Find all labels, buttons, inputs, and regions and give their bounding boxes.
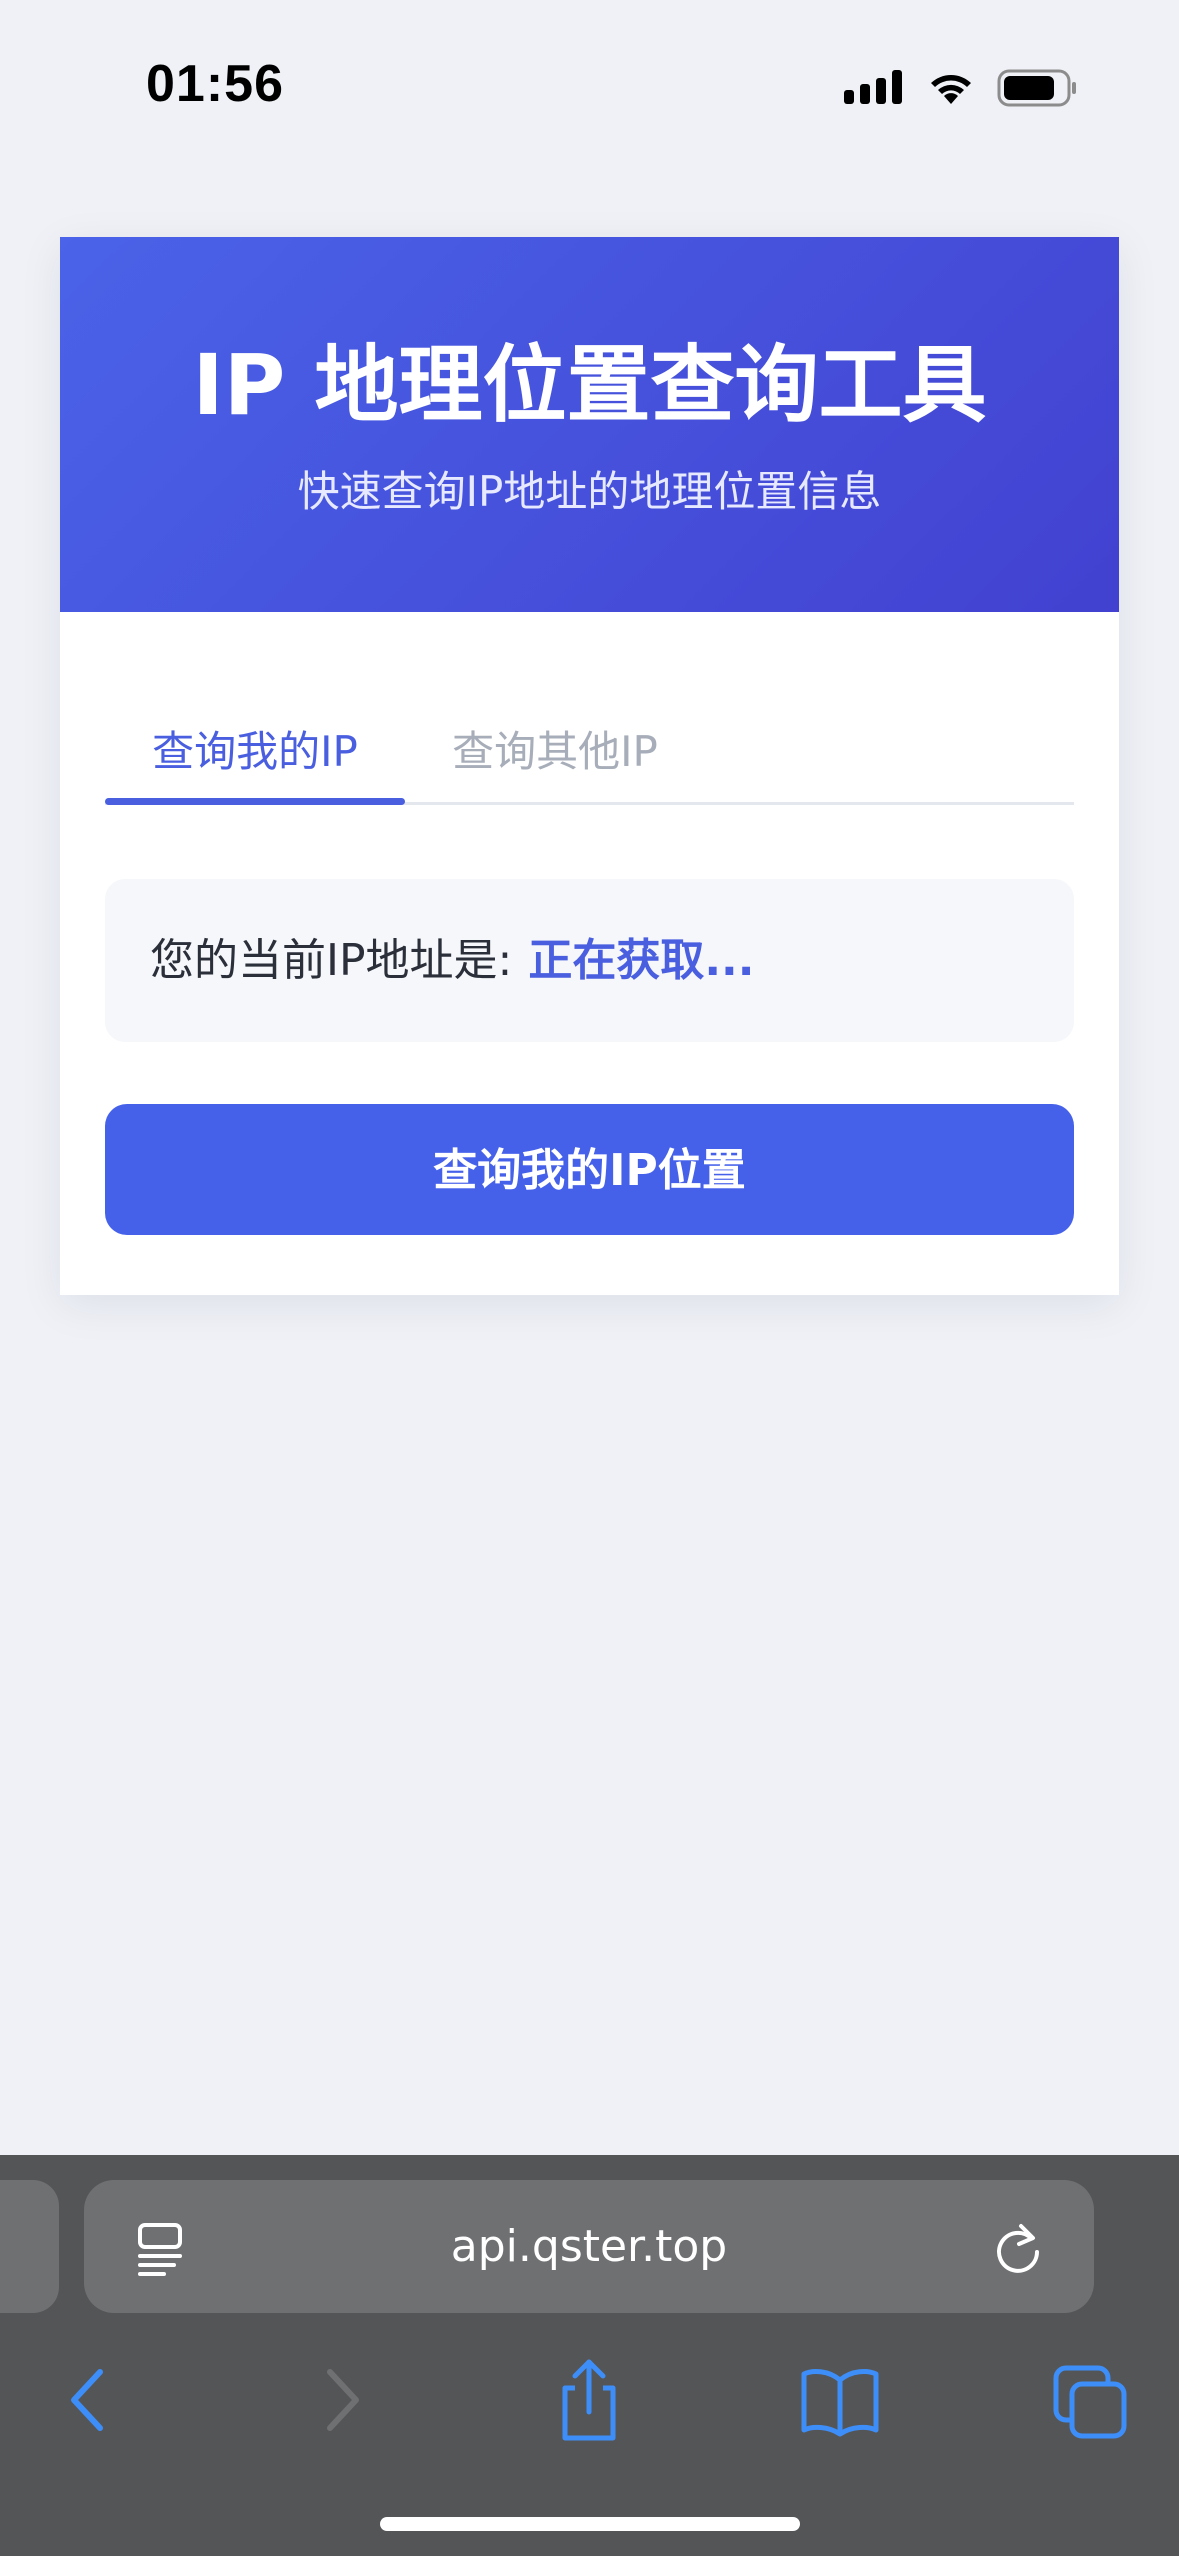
status-time: 01:56 [146,55,284,113]
page-subtitle: 快速查询IP地址的地理位置信息 [297,467,882,516]
active-tab-indicator [105,798,405,805]
reload-icon[interactable] [991,2220,1045,2276]
tab-other-ip[interactable]: 查询其他IP [405,702,705,802]
ip-tool-card: IP 地理位置查询工具 快速查询IP地址的地理位置信息 查询我的IP 查询其他I… [60,237,1119,1295]
card-header: IP 地理位置查询工具 快速查询IP地址的地理位置信息 [60,237,1119,612]
forward-chevron-icon[interactable] [292,2350,392,2450]
tabs-icon[interactable] [1040,2350,1140,2450]
page-title: IP 地理位置查询工具 [192,336,987,434]
url-text[interactable]: api.qster.top [84,2180,1094,2313]
current-ip-value: 正在获取... [528,935,755,986]
tab-my-ip[interactable]: 查询我的IP [105,702,405,802]
share-icon[interactable] [539,2350,639,2450]
tab-bar: 查询我的IP 查询其他IP [105,702,1074,805]
current-ip-box: 您的当前IP地址是: 正在获取... [105,879,1074,1042]
previous-tab-preview[interactable] [0,2180,59,2313]
wifi-icon [931,75,971,104]
current-ip-label: 您的当前IP地址是: [150,935,513,986]
back-chevron-icon[interactable] [38,2350,138,2450]
current-ip-line: 您的当前IP地址是: 正在获取... [150,879,755,1042]
cellular-signal-icon [844,70,902,104]
query-my-ip-button[interactable]: 查询我的IP位置 [105,1104,1074,1235]
battery-icon [997,69,1076,107]
status-icons [844,69,1076,107]
status-bar: 01:56 [0,0,1179,170]
bookmarks-icon[interactable] [790,2350,890,2450]
browser-toolbar: api.qster.top [0,2155,1179,2556]
home-indicator[interactable] [380,2517,800,2531]
address-bar[interactable]: api.qster.top [84,2180,1094,2313]
